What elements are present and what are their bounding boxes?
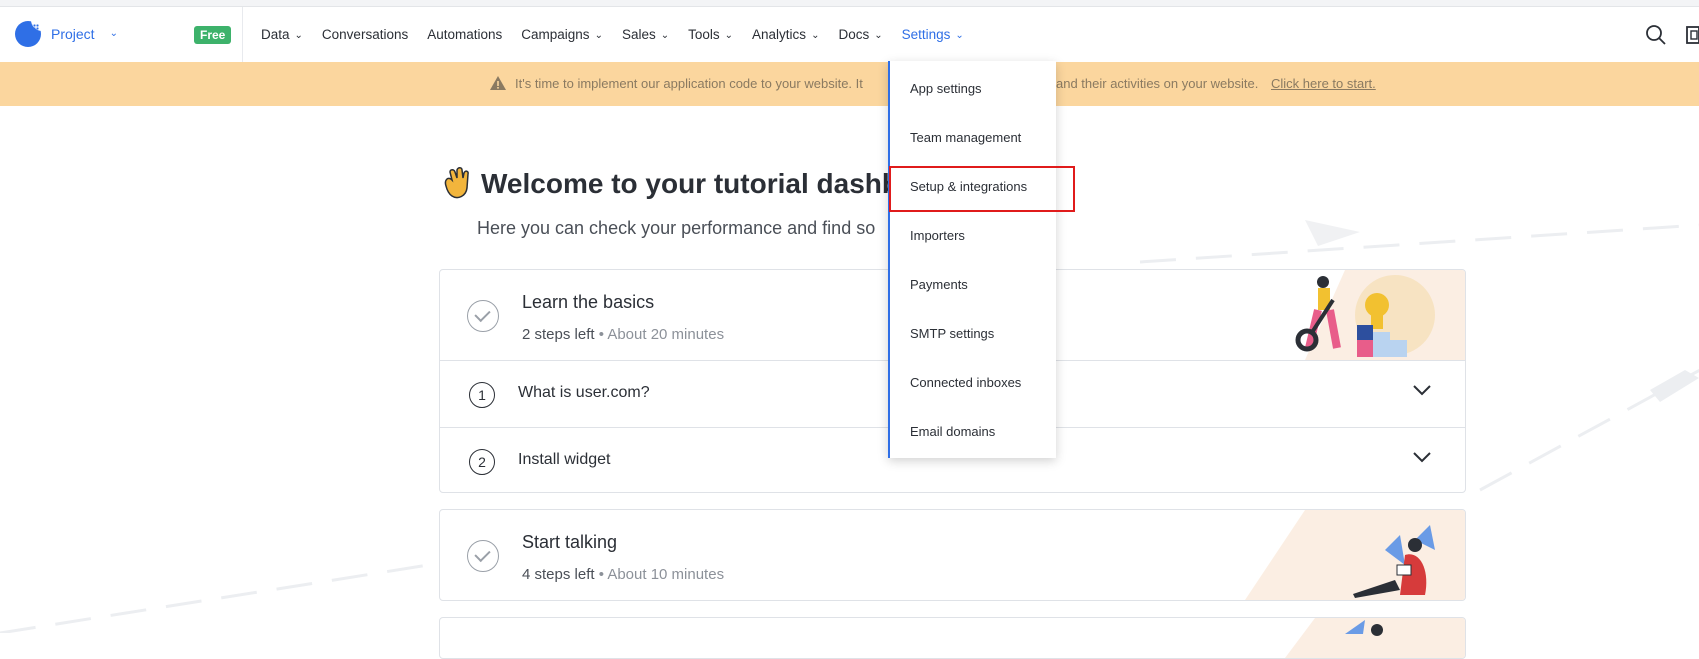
navbar-right-icons <box>1645 24 1699 46</box>
chevron-down-icon[interactable] <box>1413 384 1431 396</box>
chevron-down-icon: ⌄ <box>109 27 118 39</box>
search-icon[interactable] <box>1645 24 1667 46</box>
card-next <box>439 617 1466 659</box>
dropdown-item-app-settings[interactable]: App settings <box>910 81 982 96</box>
chevron-down-icon[interactable] <box>1413 451 1431 463</box>
banner-text-tail: and their activities on your website. <box>1056 76 1259 91</box>
project-switcher[interactable]: Project ⌄ <box>15 20 118 47</box>
nav-divider <box>242 7 243 62</box>
menu-campaigns[interactable]: Campaigns ⌄ <box>521 27 603 42</box>
menu-automations[interactable]: Automations <box>427 27 502 42</box>
step-number: 2 <box>469 449 495 475</box>
welcome-subtitle: Here you can check your performance and … <box>477 218 876 238</box>
step-label: Install widget <box>518 451 611 468</box>
menu-data[interactable]: Data ⌄ <box>261 27 303 42</box>
step-label: What is user.com? <box>518 384 650 401</box>
clipboard-icon[interactable] <box>1685 24 1699 46</box>
setup-warning-banner: It's time to implement our application c… <box>0 62 1699 106</box>
card-title: Learn the basics <box>522 292 655 312</box>
dropdown-item-connected-inboxes[interactable]: Connected inboxes <box>910 375 1021 390</box>
project-label[interactable]: Project <box>51 26 95 42</box>
menu-settings[interactable]: Settings ⌄ <box>902 27 964 42</box>
app-logo <box>15 20 42 47</box>
step-number: 1 <box>469 382 495 408</box>
check-circle-icon <box>467 300 499 332</box>
menu-conversations[interactable]: Conversations <box>322 27 408 42</box>
dropdown-item-payments[interactable]: Payments <box>910 277 968 292</box>
dropdown-item-email-domains[interactable]: Email domains <box>910 424 995 439</box>
card-header[interactable]: Start talking 4 steps left • About 10 mi… <box>440 510 1465 600</box>
banner-start-link[interactable]: Click here to start. <box>1271 76 1376 91</box>
plan-badge: Free <box>194 26 232 44</box>
card-title: Start talking <box>522 532 618 552</box>
highlight-box <box>889 166 1075 212</box>
banner-text: It's time to implement our application c… <box>515 76 863 91</box>
key-illustration <box>1295 270 1465 360</box>
menu-tools[interactable]: Tools ⌄ <box>688 27 733 42</box>
menu-docs[interactable]: Docs ⌄ <box>838 27 882 42</box>
menu-sales[interactable]: Sales ⌄ <box>622 27 669 42</box>
card-start-talking: Start talking 4 steps left • About 10 mi… <box>439 509 1466 601</box>
card-meta: 2 steps left • About 20 minutes <box>522 326 725 343</box>
card-illustration <box>1285 618 1465 658</box>
person-reading-illustration <box>1245 510 1465 600</box>
main-menu: Data ⌄ Conversations Automations Campaign… <box>261 27 964 42</box>
top-navbar: Project ⌄ Free Data ⌄ Conversations Automa… <box>0 7 1699 63</box>
warning-icon <box>490 76 506 90</box>
window-top-strip <box>0 0 1699 7</box>
card-meta: 4 steps left • About 10 minutes <box>522 566 725 583</box>
waving-hand-icon <box>444 167 469 199</box>
dropdown-item-smtp-settings[interactable]: SMTP settings <box>910 326 994 341</box>
welcome-title: Welcome to your tutorial dashbo <box>481 168 917 199</box>
settings-dropdown-menu: App settings Team management Setup & int… <box>888 61 1056 458</box>
dropdown-item-team-management[interactable]: Team management <box>910 130 1021 145</box>
check-circle-icon <box>467 540 499 572</box>
menu-analytics[interactable]: Analytics ⌄ <box>752 27 819 42</box>
dropdown-item-importers[interactable]: Importers <box>910 228 965 243</box>
